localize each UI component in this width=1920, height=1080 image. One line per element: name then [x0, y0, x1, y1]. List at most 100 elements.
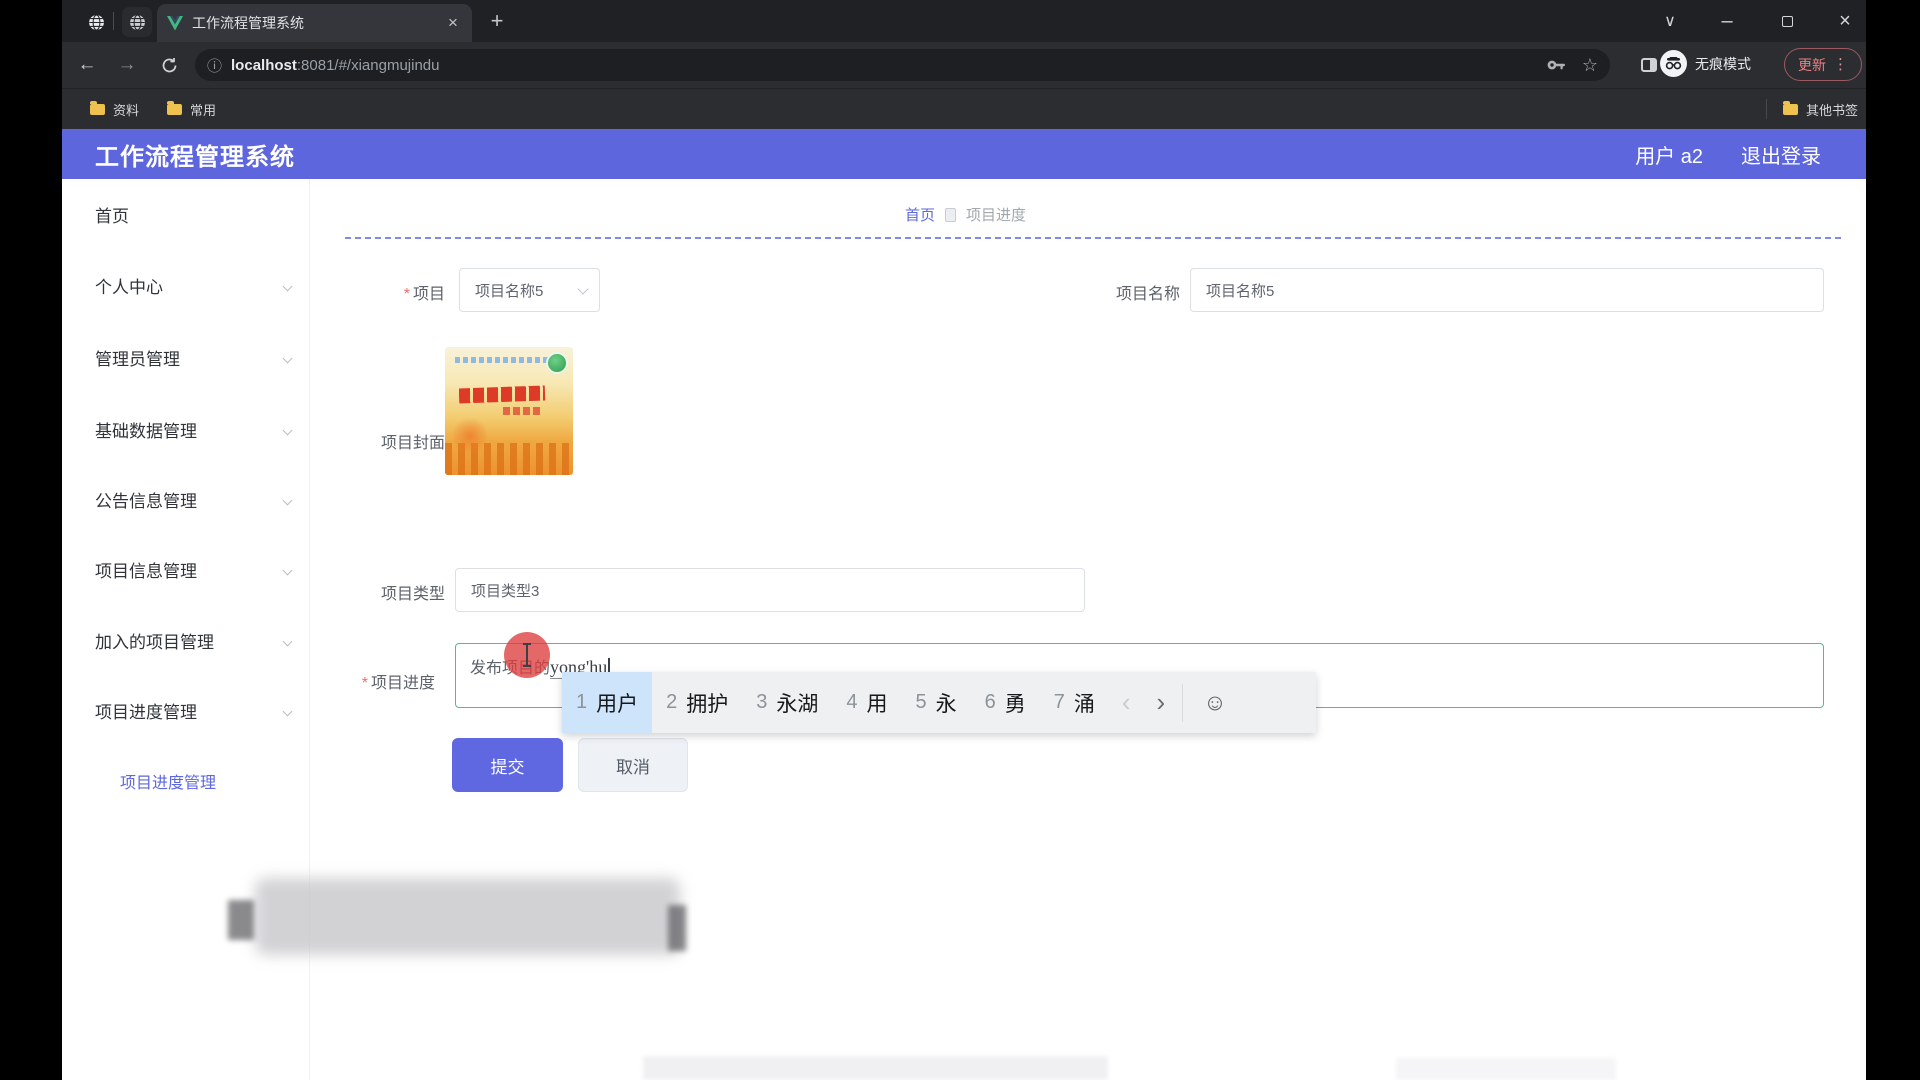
project-cover-image[interactable]: [445, 347, 573, 475]
ime-next-page-icon[interactable]: ›: [1144, 687, 1179, 718]
project-select[interactable]: 项目名称5: [459, 268, 600, 312]
new-tab-button[interactable]: +: [484, 9, 510, 33]
app-title: 工作流程管理系统: [95, 137, 295, 172]
folder-icon: [167, 104, 182, 115]
project-type-label: 项目类型: [335, 580, 445, 604]
breadcrumb-separator-icon: [945, 208, 956, 222]
sidebar-item-joined-projects[interactable]: 加入的项目管理: [95, 628, 214, 653]
ime-prev-page-icon[interactable]: ‹: [1109, 687, 1144, 718]
ime-candidate-1[interactable]: 1用户: [562, 672, 652, 733]
folder-icon: [1783, 104, 1798, 115]
chevron-down-icon: [283, 707, 293, 717]
ime-candidate-7[interactable]: 7涌: [1040, 672, 1109, 733]
sidebar-item-project-progress[interactable]: 项目进度管理: [95, 698, 197, 723]
url-bar[interactable]: ⓘ localhost:8081/#/xiangmujindu ☆: [195, 49, 1610, 81]
tab-title: 工作流程管理系统: [192, 13, 444, 33]
faint-watermark-box: [643, 1056, 1108, 1080]
ime-candidate-2[interactable]: 2拥护: [652, 672, 742, 733]
sidebar-subitem-project-progress-active[interactable]: 项目进度管理: [120, 769, 216, 793]
sidebar-item-project-info[interactable]: 项目信息管理: [95, 557, 197, 582]
required-asterisk: *: [362, 675, 368, 692]
url-path: :8081/#/xiangmujindu: [297, 57, 440, 74]
chevron-down-icon: [577, 283, 588, 294]
bookmarks-divider: [1766, 99, 1767, 119]
tab-search-chevron-icon[interactable]: ∨: [1647, 0, 1693, 42]
restore-icon: [1782, 16, 1793, 27]
sidebar-item-personal-center[interactable]: 个人中心: [95, 273, 163, 298]
forward-icon[interactable]: →: [112, 50, 142, 80]
active-tab[interactable]: 工作流程管理系统 ×: [157, 4, 472, 42]
chevron-down-icon: [283, 282, 293, 292]
update-label: 更新: [1798, 55, 1826, 75]
project-cover-label: 项目封面: [335, 429, 445, 453]
folder-icon: [90, 104, 105, 115]
chevron-down-icon: [283, 566, 293, 576]
project-progress-label: *项目进度: [325, 669, 435, 693]
site-info-icon[interactable]: ⓘ: [207, 55, 222, 76]
bookmarks-bar: 资料 常用 其他书签: [62, 88, 1866, 129]
tab-close-icon[interactable]: ×: [444, 13, 462, 33]
watermark-smudge: [668, 905, 686, 951]
logout-link[interactable]: 退出登录: [1741, 140, 1821, 169]
faint-watermark-box: [1396, 1058, 1616, 1080]
bookmark-folder-changyong[interactable]: 常用: [167, 100, 216, 119]
project-type-input[interactable]: 项目类型3: [455, 568, 1085, 612]
update-button[interactable]: 更新 ⋮: [1784, 48, 1862, 81]
restore-button[interactable]: [1764, 0, 1810, 42]
tab-separator: [113, 12, 114, 30]
blurred-watermark: [255, 878, 680, 955]
breadcrumb-home-link[interactable]: 首页: [905, 204, 935, 225]
cover-decor: [503, 407, 543, 415]
submit-button[interactable]: 提交: [452, 738, 563, 792]
incognito-icon: [1660, 50, 1687, 77]
tab-strip: 工作流程管理系统 × + ∨ – ×: [62, 0, 1866, 42]
sidebar-item-announcement[interactable]: 公告信息管理: [95, 487, 197, 512]
browser-toolbar: ← → ⓘ localhost:8081/#/xiangmujindu ☆ 无痕…: [62, 42, 1866, 88]
current-user-label: 用户 a2: [1635, 140, 1703, 169]
ime-candidate-bar: 1用户 2拥护 3永湖 4用 5永 6勇 7涌: [562, 672, 1316, 733]
cover-decor: [546, 352, 568, 374]
pinned-tab-2[interactable]: [122, 7, 152, 37]
reload-icon[interactable]: [154, 50, 184, 80]
other-bookmarks[interactable]: 其他书签: [1766, 99, 1858, 119]
ime-emoji-icon[interactable]: ☺: [1187, 689, 1242, 716]
ime-divider: [1182, 684, 1183, 722]
ime-candidate-5[interactable]: 5永: [902, 672, 971, 733]
browser-menu-kebab-icon[interactable]: ⋮: [1833, 60, 1848, 70]
pinned-tab-1[interactable]: [81, 7, 111, 37]
project-name-input[interactable]: 项目名称5: [1190, 268, 1824, 312]
panel-dashed-border: [345, 237, 1841, 239]
password-key-icon[interactable]: [1547, 59, 1566, 71]
ime-candidate-4[interactable]: 4用: [832, 672, 901, 733]
required-asterisk: *: [404, 286, 410, 303]
ime-candidate-6[interactable]: 6勇: [971, 672, 1040, 733]
ime-candidate-3[interactable]: 3永湖: [742, 672, 832, 733]
sidebar-item-base-data[interactable]: 基础数据管理: [95, 417, 197, 442]
cursor-click-indicator: [504, 632, 550, 678]
chevron-down-icon: [283, 354, 293, 364]
globe-icon: [88, 14, 105, 31]
project-name-label: 项目名称: [1070, 280, 1180, 304]
cover-decor: [459, 386, 545, 404]
minimize-button[interactable]: –: [1704, 0, 1750, 42]
bookmark-star-icon[interactable]: ☆: [1582, 55, 1598, 76]
app-header: 工作流程管理系统 用户 a2 退出登录: [62, 129, 1866, 179]
back-icon[interactable]: ←: [72, 50, 102, 80]
cancel-button[interactable]: 取消: [578, 738, 688, 792]
incognito-badge: 无痕模式: [1660, 50, 1751, 77]
sidebar-item-admin-management[interactable]: 管理员管理: [95, 345, 180, 370]
url-host: localhost: [231, 57, 297, 74]
breadcrumb-current: 项目进度: [966, 204, 1026, 225]
sidebar-item-home[interactable]: 首页: [95, 202, 129, 227]
globe-icon: [129, 14, 146, 31]
incognito-label: 无痕模式: [1695, 54, 1751, 74]
project-field-label: *项目: [335, 280, 445, 304]
chevron-down-icon: [283, 426, 293, 436]
bookmark-folder-ziliao[interactable]: 资料: [90, 100, 139, 119]
close-window-button[interactable]: ×: [1822, 0, 1868, 42]
vue-favicon: [167, 16, 183, 31]
cover-decor: [453, 415, 487, 457]
ibeam-cursor-icon: [526, 644, 528, 666]
chevron-down-icon: [283, 637, 293, 647]
breadcrumb: 首页 项目进度: [905, 204, 1026, 225]
